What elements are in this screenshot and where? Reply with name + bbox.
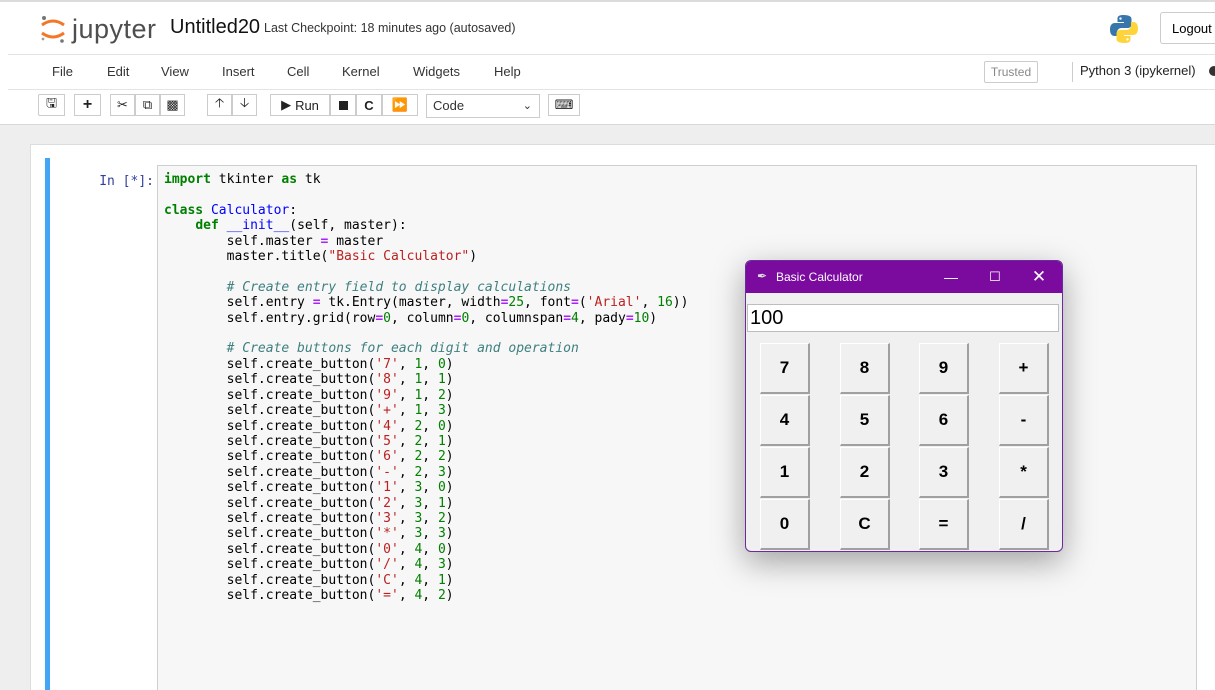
calc-key[interactable]: 9 <box>919 343 969 394</box>
selected-cell-indicator <box>45 158 50 690</box>
play-icon: ▶ <box>281 97 292 112</box>
cell-type-select[interactable]: Code ⌄ <box>426 94 540 118</box>
calculator-entry[interactable]: 100 <box>747 304 1059 332</box>
feather-icon: ✒ <box>757 269 768 283</box>
menu-kernel[interactable]: Kernel <box>342 64 380 79</box>
menu-insert[interactable]: Insert <box>222 64 255 79</box>
calc-key[interactable]: 0 <box>760 499 810 550</box>
chevron-down-icon: ⌄ <box>522 100 532 112</box>
arrow-up-icon: 🡡 <box>214 95 225 110</box>
fast-forward-icon: ⏩ <box>391 97 409 112</box>
copy-button[interactable]: ⧉ <box>135 94 160 116</box>
cell-prompt: In [*]: <box>99 174 154 189</box>
calc-key[interactable]: 2 <box>840 447 890 498</box>
menu-help[interactable]: Help <box>494 64 521 79</box>
menu-widgets[interactable]: Widgets <box>413 64 460 79</box>
calculator-titlebar[interactable]: ✒ Basic Calculator — ☐ ✕ <box>746 261 1062 293</box>
save-button[interactable]: 🖫 <box>38 94 65 116</box>
calc-key[interactable]: - <box>999 395 1049 446</box>
calc-key[interactable]: 5 <box>840 395 890 446</box>
insert-cell-button[interactable]: + <box>74 94 101 116</box>
cell-type-value: Code <box>433 98 465 113</box>
jupyter-logo[interactable]: jupyter <box>40 14 157 44</box>
jupyter-orbit-icon <box>41 16 65 43</box>
logout-button[interactable]: Logout <box>1160 12 1215 44</box>
restart-run-all-button[interactable]: ⏩ <box>382 94 418 116</box>
python-logo-icon <box>1110 15 1138 43</box>
notebook-name[interactable]: Untitled20 <box>170 16 260 39</box>
restart-button[interactable]: C <box>356 94 382 116</box>
jupyter-logo-text: jupyter <box>72 13 157 44</box>
paste-icon: ▩ <box>166 97 179 112</box>
run-label: Run <box>295 97 319 113</box>
calculator-title: Basic Calculator <box>776 270 863 284</box>
top-rule <box>0 0 1215 2</box>
close-button[interactable]: ✕ <box>1016 261 1062 293</box>
copy-icon: ⧉ <box>142 97 153 112</box>
calc-key[interactable]: * <box>999 447 1049 498</box>
move-up-button[interactable]: 🡡 <box>207 94 232 116</box>
kernel-name[interactable]: Python 3 (ipykernel) <box>1080 63 1196 78</box>
trusted-indicator[interactable]: Trusted <box>984 61 1038 83</box>
kernel-separator <box>1072 62 1073 82</box>
kernel-busy-icon <box>1209 66 1215 76</box>
maximize-button[interactable]: ☐ <box>972 261 1018 293</box>
scissors-icon: ✂ <box>117 97 128 112</box>
calc-key[interactable]: 8 <box>840 343 890 394</box>
arrow-down-icon: 🡣 <box>239 95 250 110</box>
cut-button[interactable]: ✂ <box>110 94 135 116</box>
menu-edit[interactable]: Edit <box>107 64 129 79</box>
calc-key[interactable]: / <box>999 499 1049 550</box>
move-down-button[interactable]: 🡣 <box>232 94 257 116</box>
calc-key[interactable]: 1 <box>760 447 810 498</box>
menu-view[interactable]: View <box>161 64 189 79</box>
calc-key[interactable]: 4 <box>760 395 810 446</box>
interrupt-button[interactable] <box>330 94 356 116</box>
menu-cell[interactable]: Cell <box>287 64 309 79</box>
calc-key[interactable]: = <box>919 499 969 550</box>
code-editor[interactable]: import tkinter as tk class Calculator: d… <box>164 172 688 603</box>
save-icon: 🖫 <box>45 95 58 110</box>
stop-icon <box>338 100 348 110</box>
calc-key[interactable]: + <box>999 343 1049 394</box>
calc-key[interactable]: 7 <box>760 343 810 394</box>
paste-button[interactable]: ▩ <box>160 94 185 116</box>
calculator-window: ✒ Basic Calculator — ☐ ✕ 100 7 8 9 +4 5 6- 1 2 3… <box>745 260 1063 552</box>
keyboard-icon: ⌨ <box>554 97 574 112</box>
calc-key[interactable]: C <box>840 499 890 550</box>
plus-icon: + <box>82 96 93 113</box>
checkpoint-status: Last Checkpoint: 18 minutes ago (autosav… <box>264 21 516 35</box>
minimize-button[interactable]: — <box>928 261 974 293</box>
menu-file[interactable]: File <box>52 64 73 79</box>
restart-icon: C <box>364 97 374 113</box>
command-palette-button[interactable]: ⌨ <box>548 94 580 116</box>
run-button[interactable]: ▶ Run <box>270 94 330 116</box>
calc-key[interactable]: 3 <box>919 447 969 498</box>
calc-key[interactable]: 6 <box>919 395 969 446</box>
